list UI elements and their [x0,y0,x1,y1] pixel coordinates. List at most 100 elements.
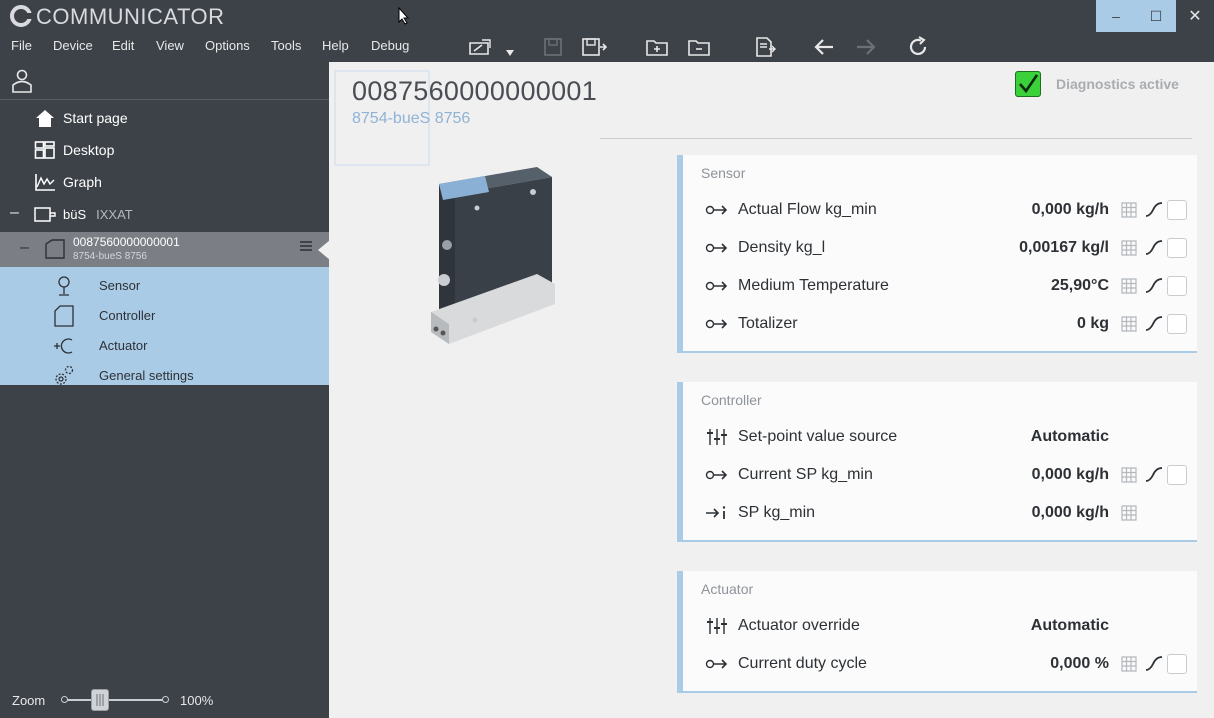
graph-icon [35,174,55,191]
menu-help[interactable]: Help [322,38,349,53]
selector-sliders-icon [707,429,727,445]
menu-edit[interactable]: Edit [112,38,134,53]
grid-icon[interactable] [1121,240,1137,256]
row-value[interactable]: Automatic [1031,617,1109,635]
input-value-icon [706,506,726,519]
menu-debug[interactable]: Debug [371,38,409,53]
title-bar: COMMUNICATOR – ☐ ✕ [0,0,1214,32]
sidebar-item-actuator[interactable]: Actuator [0,331,329,361]
table-row[interactable]: Set-point value source Automatic [683,419,1197,455]
controller-icon [54,305,74,327]
table-row[interactable]: Totalizer 0 kg [683,306,1197,342]
remove-folder-icon [688,40,710,56]
sidebar-item-graph[interactable]: Graph [0,167,329,197]
grid-icon[interactable] [1121,656,1137,672]
trend-curve-icon[interactable] [1145,315,1163,333]
diagnostics-status-indicator[interactable] [1015,71,1041,97]
pdf-export-button[interactable] [752,36,778,58]
device-icon [45,239,65,259]
sidebar: Start page Desktop Graph – büS IXXAT – 0… [0,62,337,718]
save-as-button[interactable] [581,36,607,58]
zoom-min-dot [61,696,68,703]
grid-icon[interactable] [1121,316,1137,332]
sensor-card: Sensor Actual Flow kg_min 0,000 kg/h Den… [677,155,1197,353]
sidebar-header [0,62,329,100]
refresh-button[interactable] [905,36,931,58]
actuator-card: Actuator Actuator override Automatic Cur… [677,571,1197,693]
zoom-slider-track[interactable] [61,696,169,703]
close-button[interactable]: ✕ [1176,0,1214,32]
table-row[interactable]: Density kg_l 0,00167 kg/l [683,230,1197,266]
forward-button[interactable] [853,36,879,58]
remove-folder-button[interactable] [686,36,712,58]
zoom-max-dot [162,696,169,703]
graph-checkbox[interactable] [1167,200,1187,220]
grid-icon[interactable] [1121,202,1137,218]
add-folder-button[interactable] [644,36,670,58]
sidebar-item-general-settings[interactable]: General settings [0,361,329,391]
user-icon[interactable] [10,68,34,94]
trend-curve-icon[interactable] [1145,655,1163,673]
back-button[interactable] [811,36,837,58]
bus-interface-icon [34,207,56,222]
device-scan-button[interactable] [467,36,493,58]
grid-icon[interactable] [1121,505,1137,521]
sidebar-item-controller[interactable]: Controller [0,301,329,331]
sidebar-item-label: Graph [63,174,102,190]
sidebar-item-label: Actuator [99,338,148,353]
grid-icon[interactable] [1121,467,1137,483]
output-value-icon [705,243,728,253]
sidebar-item-sensor[interactable]: Sensor [0,271,329,301]
table-row[interactable]: Actuator override Automatic [683,608,1197,644]
row-label: SP kg_min [738,504,816,521]
table-row[interactable]: Current duty cycle 0,000 % [683,646,1197,682]
menu-options[interactable]: Options [205,38,250,53]
sidebar-item-label: Sensor [99,278,141,293]
row-value[interactable]: 0,000 kg/h [1032,504,1109,522]
selector-sliders-icon [707,618,727,634]
trend-curve-icon[interactable] [1145,239,1163,257]
card-title: Sensor [701,165,746,181]
minimize-button[interactable]: – [1096,0,1136,32]
mouse-cursor-icon [398,7,410,25]
sidebar-item-bus[interactable]: – büS IXXAT [0,199,329,229]
row-label: Current duty cycle [738,655,867,672]
menu-device[interactable]: Device [53,38,93,53]
row-value[interactable]: Automatic [1031,428,1109,446]
collapse-toggle[interactable]: – [20,239,29,257]
menu-file[interactable]: File [11,38,32,53]
sidebar-item-desktop[interactable]: Desktop [0,135,329,165]
maximize-button[interactable]: ☐ [1136,0,1176,32]
table-row[interactable]: Medium Temperature 25,90°C [683,268,1197,304]
device-scan-dropdown[interactable] [500,36,520,58]
graph-checkbox[interactable] [1167,276,1187,296]
sidebar-item-start-page[interactable]: Start page [0,103,329,133]
trend-curve-icon[interactable] [1145,201,1163,219]
page-subtitle[interactable]: 8754-bueS 8756 [352,110,470,128]
hamburger-menu-icon[interactable] [299,240,313,252]
refresh-icon [909,36,927,56]
graph-checkbox[interactable] [1167,314,1187,334]
dropdown-arrow-icon [506,50,514,56]
controller-card: Controller Set-point value source Automa… [677,382,1197,542]
graph-checkbox[interactable] [1167,465,1187,485]
graph-checkbox[interactable] [1167,654,1187,674]
table-row[interactable]: Current SP kg_min 0,000 kg/h [683,457,1197,493]
table-row[interactable]: Actual Flow kg_min 0,000 kg/h [683,192,1197,228]
home-icon [36,110,54,127]
menu-tools[interactable]: Tools [271,38,301,53]
grid-icon[interactable] [1121,278,1137,294]
sidebar-item-device[interactable]: – 0087560000000001 8754-bueS 8756 [0,232,330,267]
save-button[interactable] [540,36,566,58]
graph-checkbox[interactable] [1167,238,1187,258]
table-row[interactable]: SP kg_min 0,000 kg/h [683,495,1197,531]
main-panel: 0087560000000001 8754-bueS 8756 Diagnost… [329,62,1214,718]
menu-view[interactable]: View [156,38,184,53]
zoom-slider-thumb[interactable] [91,689,109,711]
collapse-toggle[interactable]: – [10,204,19,222]
maximize-icon: ☐ [1149,7,1163,24]
sensor-icon [58,276,70,296]
trend-curve-icon[interactable] [1145,277,1163,295]
row-value: 0,000 % [1050,655,1109,672]
trend-curve-icon[interactable] [1145,466,1163,484]
